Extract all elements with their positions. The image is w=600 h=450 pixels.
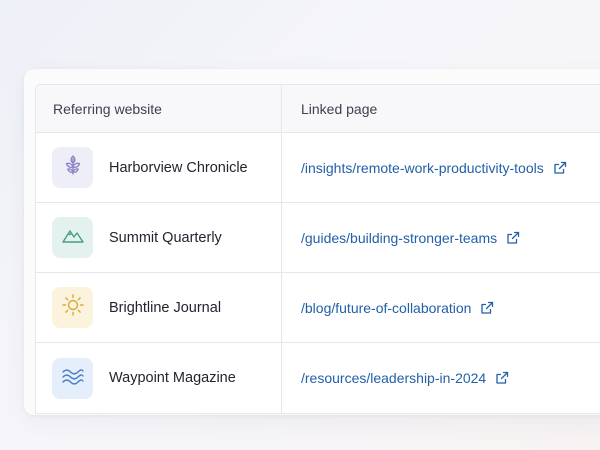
table-header: Referring website Linked page <box>36 85 600 133</box>
site-logo-tile <box>52 217 93 258</box>
table-row: Harborview Chronicle /insights/remote-wo… <box>36 133 600 203</box>
external-link-icon[interactable] <box>553 161 567 175</box>
external-link-icon[interactable] <box>480 301 494 315</box>
site-name: Brightline Journal <box>109 299 222 316</box>
table-row: Brightline Journal /blog/future-of-colla… <box>36 273 600 343</box>
waves-icon <box>61 364 85 393</box>
linked-page-link[interactable]: /blog/future-of-collaboration <box>301 300 471 316</box>
site-logo-tile <box>52 357 93 399</box>
site-logo-tile <box>52 147 93 188</box>
mountain-icon <box>61 223 85 252</box>
external-link-icon[interactable] <box>506 231 520 245</box>
linked-page-link[interactable]: /resources/leadership-in-2024 <box>301 370 486 386</box>
page-cell: /blog/future-of-collaboration <box>282 273 600 342</box>
website-cell: Harborview Chronicle <box>36 133 282 202</box>
referrals-table: Referring website Linked page Harborview… <box>35 84 600 414</box>
table-row: Summit Quarterly /guides/building-strong… <box>36 203 600 273</box>
external-link-icon[interactable] <box>495 371 509 385</box>
website-cell: Waypoint Magazine <box>36 343 282 413</box>
site-name: Harborview Chronicle <box>109 159 248 176</box>
website-cell: Brightline Journal <box>36 273 282 342</box>
page-cell: /insights/remote-work-productivity-tools <box>282 133 600 202</box>
header-cell-website: Referring website <box>36 85 282 132</box>
sun-icon <box>61 293 85 322</box>
header-cell-page: Linked page <box>282 85 600 132</box>
website-cell: Summit Quarterly <box>36 203 282 272</box>
header-page-label: Linked page <box>301 100 378 117</box>
linked-page-link[interactable]: /insights/remote-work-productivity-tools <box>301 160 544 176</box>
leaf-icon <box>61 153 85 182</box>
table-row: Waypoint Magazine /resources/leadership-… <box>36 343 600 413</box>
page-cell: /resources/leadership-in-2024 <box>282 343 600 413</box>
site-name: Summit Quarterly <box>109 229 222 246</box>
linked-page-link[interactable]: /guides/building-stronger-teams <box>301 230 497 246</box>
site-logo-tile <box>52 287 93 328</box>
page-cell: /guides/building-stronger-teams <box>282 203 600 272</box>
site-name: Waypoint Magazine <box>109 370 236 386</box>
header-website-label: Referring website <box>53 100 162 117</box>
